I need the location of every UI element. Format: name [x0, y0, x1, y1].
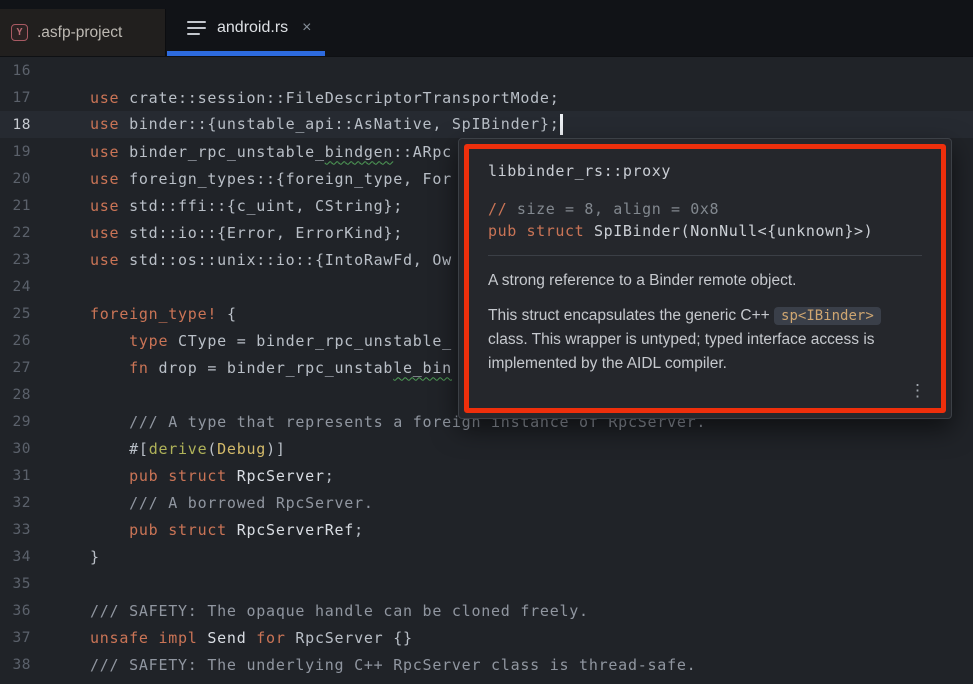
comment-slashes: // [488, 200, 517, 218]
line-number[interactable]: 28 [0, 387, 31, 403]
popup-size-comment: // size = 8, align = 0x8 [488, 198, 922, 220]
line-number[interactable]: 37 [0, 630, 31, 646]
line-number[interactable]: 38 [0, 657, 31, 673]
line-number[interactable]: 31 [0, 468, 31, 484]
code-text: type CType = binder_rpc_unstable_ [90, 332, 452, 350]
documentation-popup: libbinder_rs::proxy // size = 8, align =… [458, 138, 952, 419]
popup-signature: pub struct SpIBinder(NonNull<{unknown}>) [488, 220, 922, 243]
code-line-33[interactable]: 33 pub struct RpcServerRef; [0, 516, 973, 543]
code-line-36[interactable]: 36 /// SAFETY: The opaque handle can be c… [0, 597, 973, 624]
line-number[interactable]: 27 [0, 360, 31, 376]
editor-tab-label: android.rs [217, 19, 288, 37]
code-text: use std::io::{Error, ErrorKind}; [90, 224, 403, 242]
line-number[interactable]: 25 [0, 306, 31, 322]
description-text-b: class. This wrapper is untyped; typed in… [488, 331, 875, 372]
line-number[interactable]: 26 [0, 333, 31, 349]
line-number[interactable]: 30 [0, 441, 31, 457]
yaml-file-icon: Y [11, 24, 28, 41]
description-text-a: This struct encapsulates the generic C++ [488, 307, 774, 324]
code-line-18[interactable]: 18 use binder::{unstable_api::AsNative, S… [0, 111, 973, 138]
line-number[interactable]: 24 [0, 279, 31, 295]
code-line-37[interactable]: 37 unsafe impl Send for RpcServer {} [0, 624, 973, 651]
line-number[interactable]: 21 [0, 198, 31, 214]
line-number[interactable]: 19 [0, 144, 31, 160]
file-lines-icon [187, 21, 207, 35]
code-line-32[interactable]: 32 /// A borrowed RpcServer. [0, 489, 973, 516]
code-text: use std::ffi::{c_uint, CString}; [90, 197, 403, 215]
code-text: pub struct RpcServerRef; [90, 521, 364, 539]
code-line-30[interactable]: 30 #[derive(Debug)] [0, 435, 973, 462]
line-number[interactable]: 17 [0, 90, 31, 106]
line-number[interactable]: 35 [0, 576, 31, 592]
code-text: foreign_type! { [90, 305, 237, 323]
code-line-38[interactable]: 38 /// SAFETY: The underlying C++ RpcServ… [0, 651, 973, 678]
line-number[interactable]: 20 [0, 171, 31, 187]
project-tab-label: .asfp-project [37, 24, 122, 42]
code-line-35[interactable]: 35 [0, 570, 973, 597]
popup-divider [488, 255, 922, 256]
code-text: } [90, 548, 100, 566]
code-text: pub struct RpcServer; [90, 467, 335, 485]
line-number[interactable]: 22 [0, 225, 31, 241]
signature-body: SpIBinder(NonNull<{unknown}>) [594, 222, 873, 240]
code-text: use binder_rpc_unstable_bindgen::ARpc [90, 143, 452, 161]
line-number[interactable]: 34 [0, 549, 31, 565]
code-text: #[derive(Debug)] [90, 440, 286, 458]
code-line-16[interactable]: 16 [0, 57, 973, 84]
code-line-17[interactable]: 17 use crate::session::FileDescriptorTran… [0, 84, 973, 111]
tab-bar: Y .asfp-project android.rs × [0, 0, 973, 57]
code-text: use std::os::unix::io::{IntoRawFd, Ow [90, 251, 452, 269]
code-text: fn drop = binder_rpc_unstable_bin [90, 359, 452, 377]
line-number[interactable]: 33 [0, 522, 31, 538]
code-line-31[interactable]: 31 pub struct RpcServer; [0, 462, 973, 489]
code-line-34[interactable]: 34} [0, 543, 973, 570]
tab-project[interactable]: Y .asfp-project [0, 9, 166, 56]
line-number[interactable]: 29 [0, 414, 31, 430]
close-tab-icon[interactable]: × [302, 19, 311, 37]
line-number[interactable]: 18 [0, 117, 31, 133]
popup-module-path: libbinder_rs::proxy [488, 162, 922, 180]
signature-keyword: pub struct [488, 222, 594, 240]
line-number[interactable]: 32 [0, 495, 31, 511]
more-options-icon[interactable]: ⋮ [909, 383, 926, 400]
line-number[interactable]: 23 [0, 252, 31, 268]
code-text: unsafe impl Send for RpcServer {} [90, 629, 413, 647]
line-number[interactable]: 16 [0, 63, 31, 79]
popup-description-1: A strong reference to a Binder remote ob… [488, 269, 922, 293]
code-text: use crate::session::FileDescriptorTransp… [90, 89, 559, 107]
popup-description-2: This struct encapsulates the generic C++… [488, 304, 922, 376]
code-text: /// SAFETY: The opaque handle can be clo… [90, 602, 589, 620]
code-text: /// A borrowed RpcServer. [90, 494, 374, 512]
tab-android-rs[interactable]: android.rs × [167, 0, 325, 56]
code-text: /// SAFETY: The underlying C++ RpcServer… [90, 656, 696, 674]
code-text: use binder::{unstable_api::AsNative, SpI… [90, 114, 563, 135]
line-number[interactable]: 36 [0, 603, 31, 619]
active-tab-indicator [167, 51, 325, 56]
inline-code-chip: sp<IBinder> [774, 307, 881, 325]
text-cursor [560, 114, 563, 135]
comment-text: size = 8, align = 0x8 [517, 200, 719, 218]
code-text: use foreign_types::{foreign_type, For [90, 170, 452, 188]
